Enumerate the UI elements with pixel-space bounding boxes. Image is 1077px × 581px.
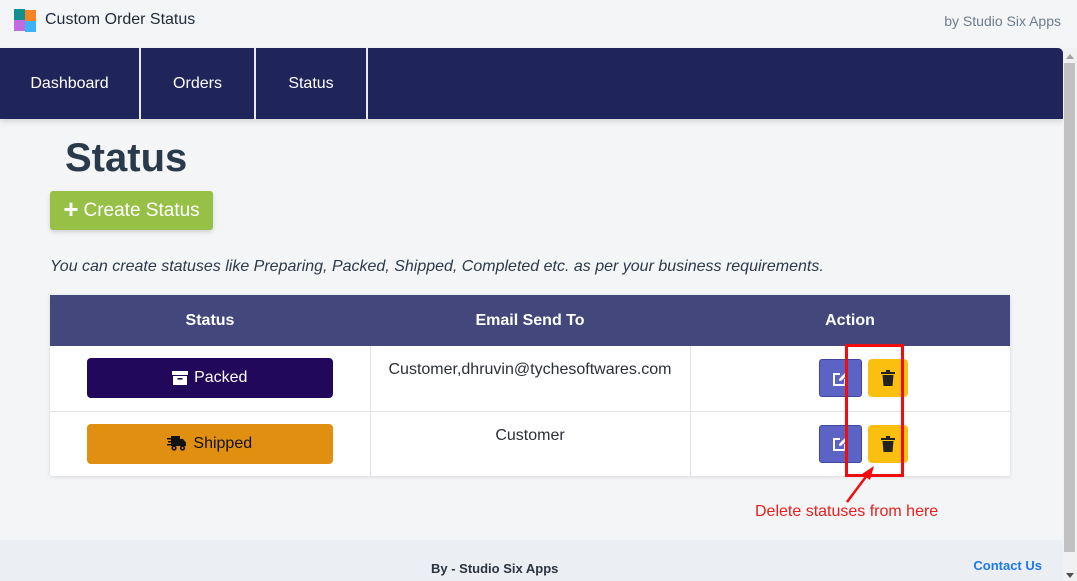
status-badge-shipped[interactable]: Shipped: [86, 423, 333, 464]
scroll-thumb[interactable]: [1064, 63, 1075, 552]
table-header-row: Status Email Send To Action: [50, 295, 1010, 346]
status-label: Shipped: [193, 434, 253, 452]
footer-credit: By - Studio Six Apps: [431, 561, 559, 576]
column-header-status: Status: [185, 311, 235, 329]
nav-item-dashboard[interactable]: Dashboard: [0, 48, 141, 119]
status-label: Packed: [194, 369, 248, 386]
archive-box-icon: [172, 371, 189, 385]
shipping-fast-icon: [167, 436, 187, 451]
status-cell: Shipped: [50, 411, 370, 476]
plus-icon: +: [63, 194, 79, 224]
contact-us-link[interactable]: Contact Us: [973, 558, 1042, 573]
app-logo-icon: [14, 9, 36, 32]
status-cell: Packed: [50, 346, 370, 411]
annotation-text: Delete statuses from here: [755, 503, 939, 520]
status-badge-packed[interactable]: Packed: [86, 358, 333, 398]
create-status-button[interactable]: + Create Status: [50, 191, 213, 230]
column-header-action: Action: [825, 311, 875, 329]
annotation-highlight-box: [845, 344, 904, 477]
scroll-up-arrow-icon[interactable]: [1066, 54, 1074, 59]
nav-item-orders[interactable]: Orders: [141, 48, 256, 119]
nav-item-status[interactable]: Status: [256, 48, 368, 119]
main-nav: Dashboard Orders Status: [0, 48, 1063, 119]
email-cell: Customer,dhruvin@tychesoftwares.com: [369, 346, 691, 411]
page-scrollbar[interactable]: [1063, 48, 1077, 581]
app-title: Custom Order Status: [45, 11, 196, 28]
page-title: Status: [65, 136, 188, 180]
top-bar: Custom Order Status by Studio Six Apps: [0, 0, 1077, 42]
hint-text: You can create statuses like Preparing, …: [50, 258, 824, 275]
scroll-down-arrow-icon[interactable]: [1066, 573, 1074, 578]
email-cell: Customer: [369, 411, 691, 476]
footer: By - Studio Six Apps Contact Us: [0, 540, 1063, 581]
create-status-label: Create Status: [83, 199, 200, 221]
column-header-email: Email Send To: [475, 311, 585, 329]
annotation-arrow-icon: [846, 466, 874, 503]
byline: by Studio Six Apps: [944, 13, 1061, 29]
